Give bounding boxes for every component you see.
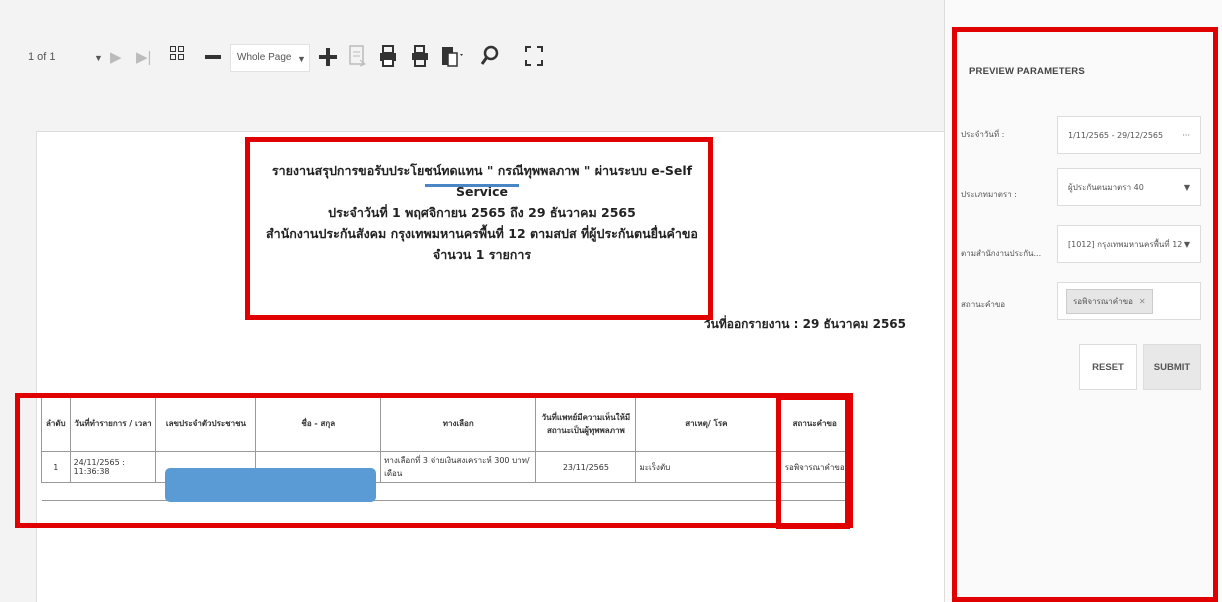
report-print-date: วันที่ออกรายงาน : 29 ธันวาคม 2565 bbox=[703, 317, 906, 331]
table-cell: รอพิจารณาคำขอ bbox=[776, 451, 853, 483]
office-label: ตามสำนักงานประกัน... bbox=[961, 249, 1042, 258]
page-selector[interactable]: 1 of 1 ▼ bbox=[24, 44, 104, 72]
page-value: 1 of 1 bbox=[28, 51, 56, 63]
table-header-row: ลำดับ วันที่ทำรายการ / เวลา เลขประจำตัวป… bbox=[41, 395, 853, 452]
column-header: สถานะคำขอ bbox=[776, 395, 853, 452]
chevron-down-icon: ▼ bbox=[1183, 239, 1190, 249]
chevron-down-icon: ▼ bbox=[94, 53, 103, 63]
column-header: ชื่อ - สกุล bbox=[255, 395, 382, 452]
table-cell: ทางเลือกที่ 3 จ่ายเงินสงเคราะห์ 300 บาท/… bbox=[380, 451, 537, 483]
report-count: จำนวน 1 รายการ bbox=[432, 247, 532, 262]
zoom-selector[interactable]: Whole Page ▼ bbox=[230, 44, 310, 72]
chevron-down-icon: ▼ bbox=[297, 54, 306, 64]
column-header: สาเหตุ/ โรค bbox=[635, 395, 778, 452]
report-title: รายงานสรุปการขอรับประโยชน์ทดแทน " กรณีทุ… bbox=[247, 160, 717, 202]
next-page-icon[interactable]: ▶ bbox=[110, 48, 122, 66]
search-icon[interactable] bbox=[480, 44, 500, 68]
table-spacer-row bbox=[41, 482, 853, 501]
column-header: วันที่ทำรายการ / เวลา bbox=[69, 395, 157, 452]
status-multiselect[interactable]: รอพิจารณาคำขอ ✕ bbox=[1057, 282, 1201, 320]
zoom-value: Whole Page bbox=[237, 52, 292, 63]
column-header: เลขประจำตัวประชาชน bbox=[155, 395, 257, 452]
report-title-prefix: รายงานสรุปการขอรับประโยชน์ทดแทน " bbox=[271, 163, 498, 178]
multi-page-icon[interactable] bbox=[170, 46, 184, 60]
more-options-icon[interactable]: ··· bbox=[1182, 131, 1190, 140]
date-label: ประจำวันที่ : bbox=[961, 130, 1005, 139]
panel-title: PREVIEW PARAMETERS bbox=[969, 66, 1085, 77]
report-page: รายงานสรุปการขอรับประโยชน์ทดแทน " กรณีทุ… bbox=[36, 131, 944, 602]
report-office: สำนักงานประกันสังคม กรุงเทพมหานครพื้นที่… bbox=[266, 226, 698, 241]
table-cell: 24/11/2565 : 11:36:38 bbox=[69, 451, 157, 483]
report-header: รายงานสรุปการขอรับประโยชน์ทดแทน " กรณีทุ… bbox=[247, 160, 717, 265]
status-chip-label: รอพิจารณาคำขอ bbox=[1073, 296, 1133, 306]
highlight-underline bbox=[425, 184, 519, 187]
table-cell: 23/11/2565 bbox=[535, 451, 637, 483]
close-icon[interactable]: ✕ bbox=[1139, 297, 1146, 306]
type-value: ผู้ประกันตนมาตรา 40 bbox=[1068, 182, 1144, 192]
export-dropdown-icon[interactable] bbox=[440, 44, 466, 68]
zoom-out-icon[interactable] bbox=[204, 46, 222, 66]
report-viewer: 1 of 1 ▼ ▶ ▶| Whole Page ▼ รายงานสรุปการ… bbox=[0, 0, 944, 602]
column-header: วันที่แพทย์มีความเห็นให้มีสถานะเป็นผู้ทุ… bbox=[535, 395, 637, 452]
date-range-field[interactable]: 1/11/2565 - 29/12/2565 ··· bbox=[1057, 116, 1201, 154]
export-icon[interactable] bbox=[348, 44, 368, 68]
type-select[interactable]: ผู้ประกันตนมาตรา 40 ▼ bbox=[1057, 168, 1201, 206]
fullscreen-icon[interactable] bbox=[524, 44, 544, 68]
office-value: [1012] กรุงเทพมหานครพื้นที่ 12 bbox=[1068, 239, 1183, 249]
date-range-value: 1/11/2565 - 29/12/2565 bbox=[1068, 130, 1164, 140]
status-label: สถานะคำขอ bbox=[961, 300, 1006, 309]
report-table: ลำดับ วันที่ทำรายการ / เวลา เลขประจำตัวป… bbox=[41, 395, 853, 501]
table-cell: 1 bbox=[41, 451, 71, 483]
office-select[interactable]: [1012] กรุงเทพมหานครพื้นที่ 12 ▼ bbox=[1057, 225, 1201, 263]
report-date-range: ประจำวันที่ 1 พฤศจิกายน 2565 ถึง 29 ธันว… bbox=[328, 205, 636, 220]
report-toolbar: 1 of 1 ▼ ▶ ▶| Whole Page ▼ bbox=[0, 34, 944, 82]
reset-button[interactable]: RESET bbox=[1079, 344, 1137, 390]
type-label: ประเภทมาตรา : bbox=[961, 190, 1017, 199]
print-icon[interactable] bbox=[378, 44, 398, 68]
table-cell: มะเร็งตับ bbox=[635, 451, 778, 483]
report-title-highlight: กรณีทุพพลภาพ bbox=[497, 163, 580, 178]
preview-parameters-panel: PREVIEW PARAMETERS ประจำวันที่ : 1/11/25… bbox=[944, 0, 1222, 602]
zoom-in-icon[interactable] bbox=[318, 46, 338, 68]
status-chip: รอพิจารณาคำขอ ✕ bbox=[1066, 288, 1153, 314]
print-page-icon[interactable] bbox=[410, 44, 430, 68]
redaction-block bbox=[165, 468, 376, 502]
table-row: 1 24/11/2565 : 11:36:38 ทางเลือกที่ 3 จ่… bbox=[41, 451, 853, 483]
column-header: ทางเลือก bbox=[380, 395, 537, 452]
column-header: ลำดับ bbox=[41, 395, 71, 452]
last-page-icon[interactable]: ▶| bbox=[136, 48, 151, 66]
submit-button[interactable]: SUBMIT bbox=[1143, 344, 1201, 390]
chevron-down-icon: ▼ bbox=[1183, 182, 1190, 192]
